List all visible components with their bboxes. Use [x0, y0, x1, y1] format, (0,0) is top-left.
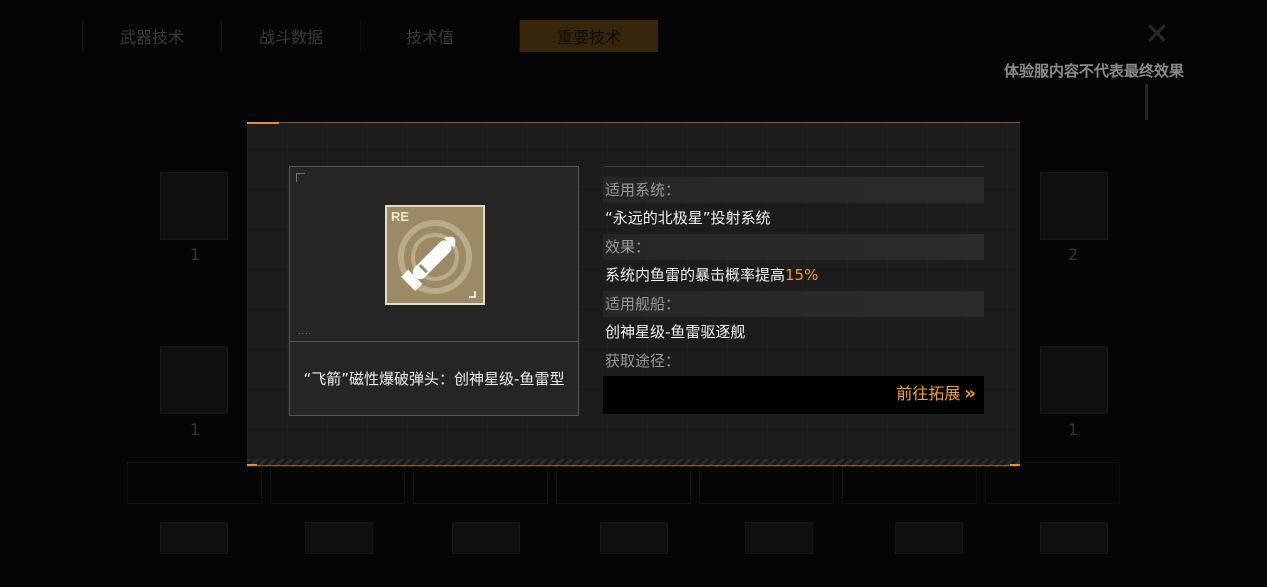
item-card: .... RE “飞箭”磁性爆破弹头：创神星级-鱼雷型: [289, 166, 579, 416]
tech-node-icon[interactable]: [160, 346, 228, 414]
tech-cell[interactable]: [556, 462, 691, 504]
tech-cell[interactable]: [413, 462, 548, 504]
scroll-indicator: [1145, 84, 1148, 120]
tech-node-icon[interactable]: [1040, 172, 1108, 240]
item-name: “飞箭”磁性爆破弹头：创神星级-鱼雷型: [303, 369, 565, 388]
tech-node-icon[interactable]: [1040, 522, 1108, 554]
modal-bottom-line: [247, 465, 1020, 466]
source-label: 获取途径：: [605, 352, 681, 370]
applicable-system-value: “永远的北极星”投射系统: [605, 209, 771, 227]
divider: [603, 166, 984, 167]
tech-node-level: 1: [190, 245, 201, 264]
tab-bar: 武器技术 战斗数据 技术值 重要技术: [82, 20, 1182, 52]
item-detail-modal: .... RE “飞箭”磁性爆破弹头：创神星级-鱼雷型 适用系统： “永远的北极…: [247, 122, 1020, 467]
tech-cell[interactable]: [127, 462, 262, 504]
effect-value-text: 系统内鱼雷的暴击概率提高: [605, 266, 786, 284]
tech-node-icon[interactable]: [305, 522, 373, 554]
tech-node-icon[interactable]: [160, 522, 228, 554]
goto-expand-label: 前往拓展: [896, 384, 961, 403]
modal-accent: [247, 464, 257, 466]
tech-cell[interactable]: [270, 462, 405, 504]
tech-node-icon[interactable]: [600, 522, 668, 554]
tab-battle-data[interactable]: 战斗数据: [221, 20, 360, 52]
close-icon[interactable]: ✕: [1140, 18, 1174, 52]
tech-node-level: 1: [1068, 420, 1079, 439]
tech-node-icon[interactable]: [452, 522, 520, 554]
modal-accent: [247, 122, 279, 124]
effect-label: 效果：: [603, 234, 984, 260]
tech-node-icon[interactable]: [745, 522, 813, 554]
applicable-ship-label: 适用舰船：: [603, 291, 984, 317]
corner-decoration: [296, 173, 305, 182]
torpedo-warhead-icon: RE: [385, 205, 485, 305]
tab-weapon-tech[interactable]: 武器技术: [82, 20, 221, 52]
tech-row: [127, 462, 1120, 504]
goto-expand-button[interactable]: 前往拓展»: [896, 376, 976, 414]
tech-cell[interactable]: [842, 462, 977, 504]
applicable-system-label: 适用系统：: [603, 177, 984, 203]
item-info-panel: 适用系统： “永远的北极星”投射系统 效果： 系统内鱼雷的暴击概率提高15% 适…: [603, 166, 984, 414]
item-image-area: .... RE: [290, 167, 578, 342]
tech-cell[interactable]: [699, 462, 834, 504]
tech-node-icon[interactable]: [895, 522, 963, 554]
effect-value: 系统内鱼雷的暴击概率提高15%: [603, 260, 984, 291]
test-server-notice: 体验服内容不代表最终效果: [1003, 62, 1184, 80]
effect-value-percent: 15%: [785, 266, 819, 284]
tech-node-level: 1: [190, 420, 201, 439]
tech-node-level: 2: [1068, 245, 1079, 264]
tech-node-icon[interactable]: [160, 172, 228, 240]
dots-decoration: ....: [298, 327, 313, 336]
source-bar: 前往拓展»: [603, 376, 984, 414]
applicable-ship-value: 创神星级-鱼雷驱逐舰: [605, 323, 746, 341]
tech-cell[interactable]: [985, 462, 1120, 504]
double-chevron-right-icon: »: [964, 383, 976, 404]
tab-tech-value[interactable]: 技术值: [360, 20, 499, 52]
tab-key-tech[interactable]: 重要技术: [519, 20, 658, 52]
modal-accent: [1010, 464, 1020, 466]
tech-node-icon[interactable]: [1040, 346, 1108, 414]
